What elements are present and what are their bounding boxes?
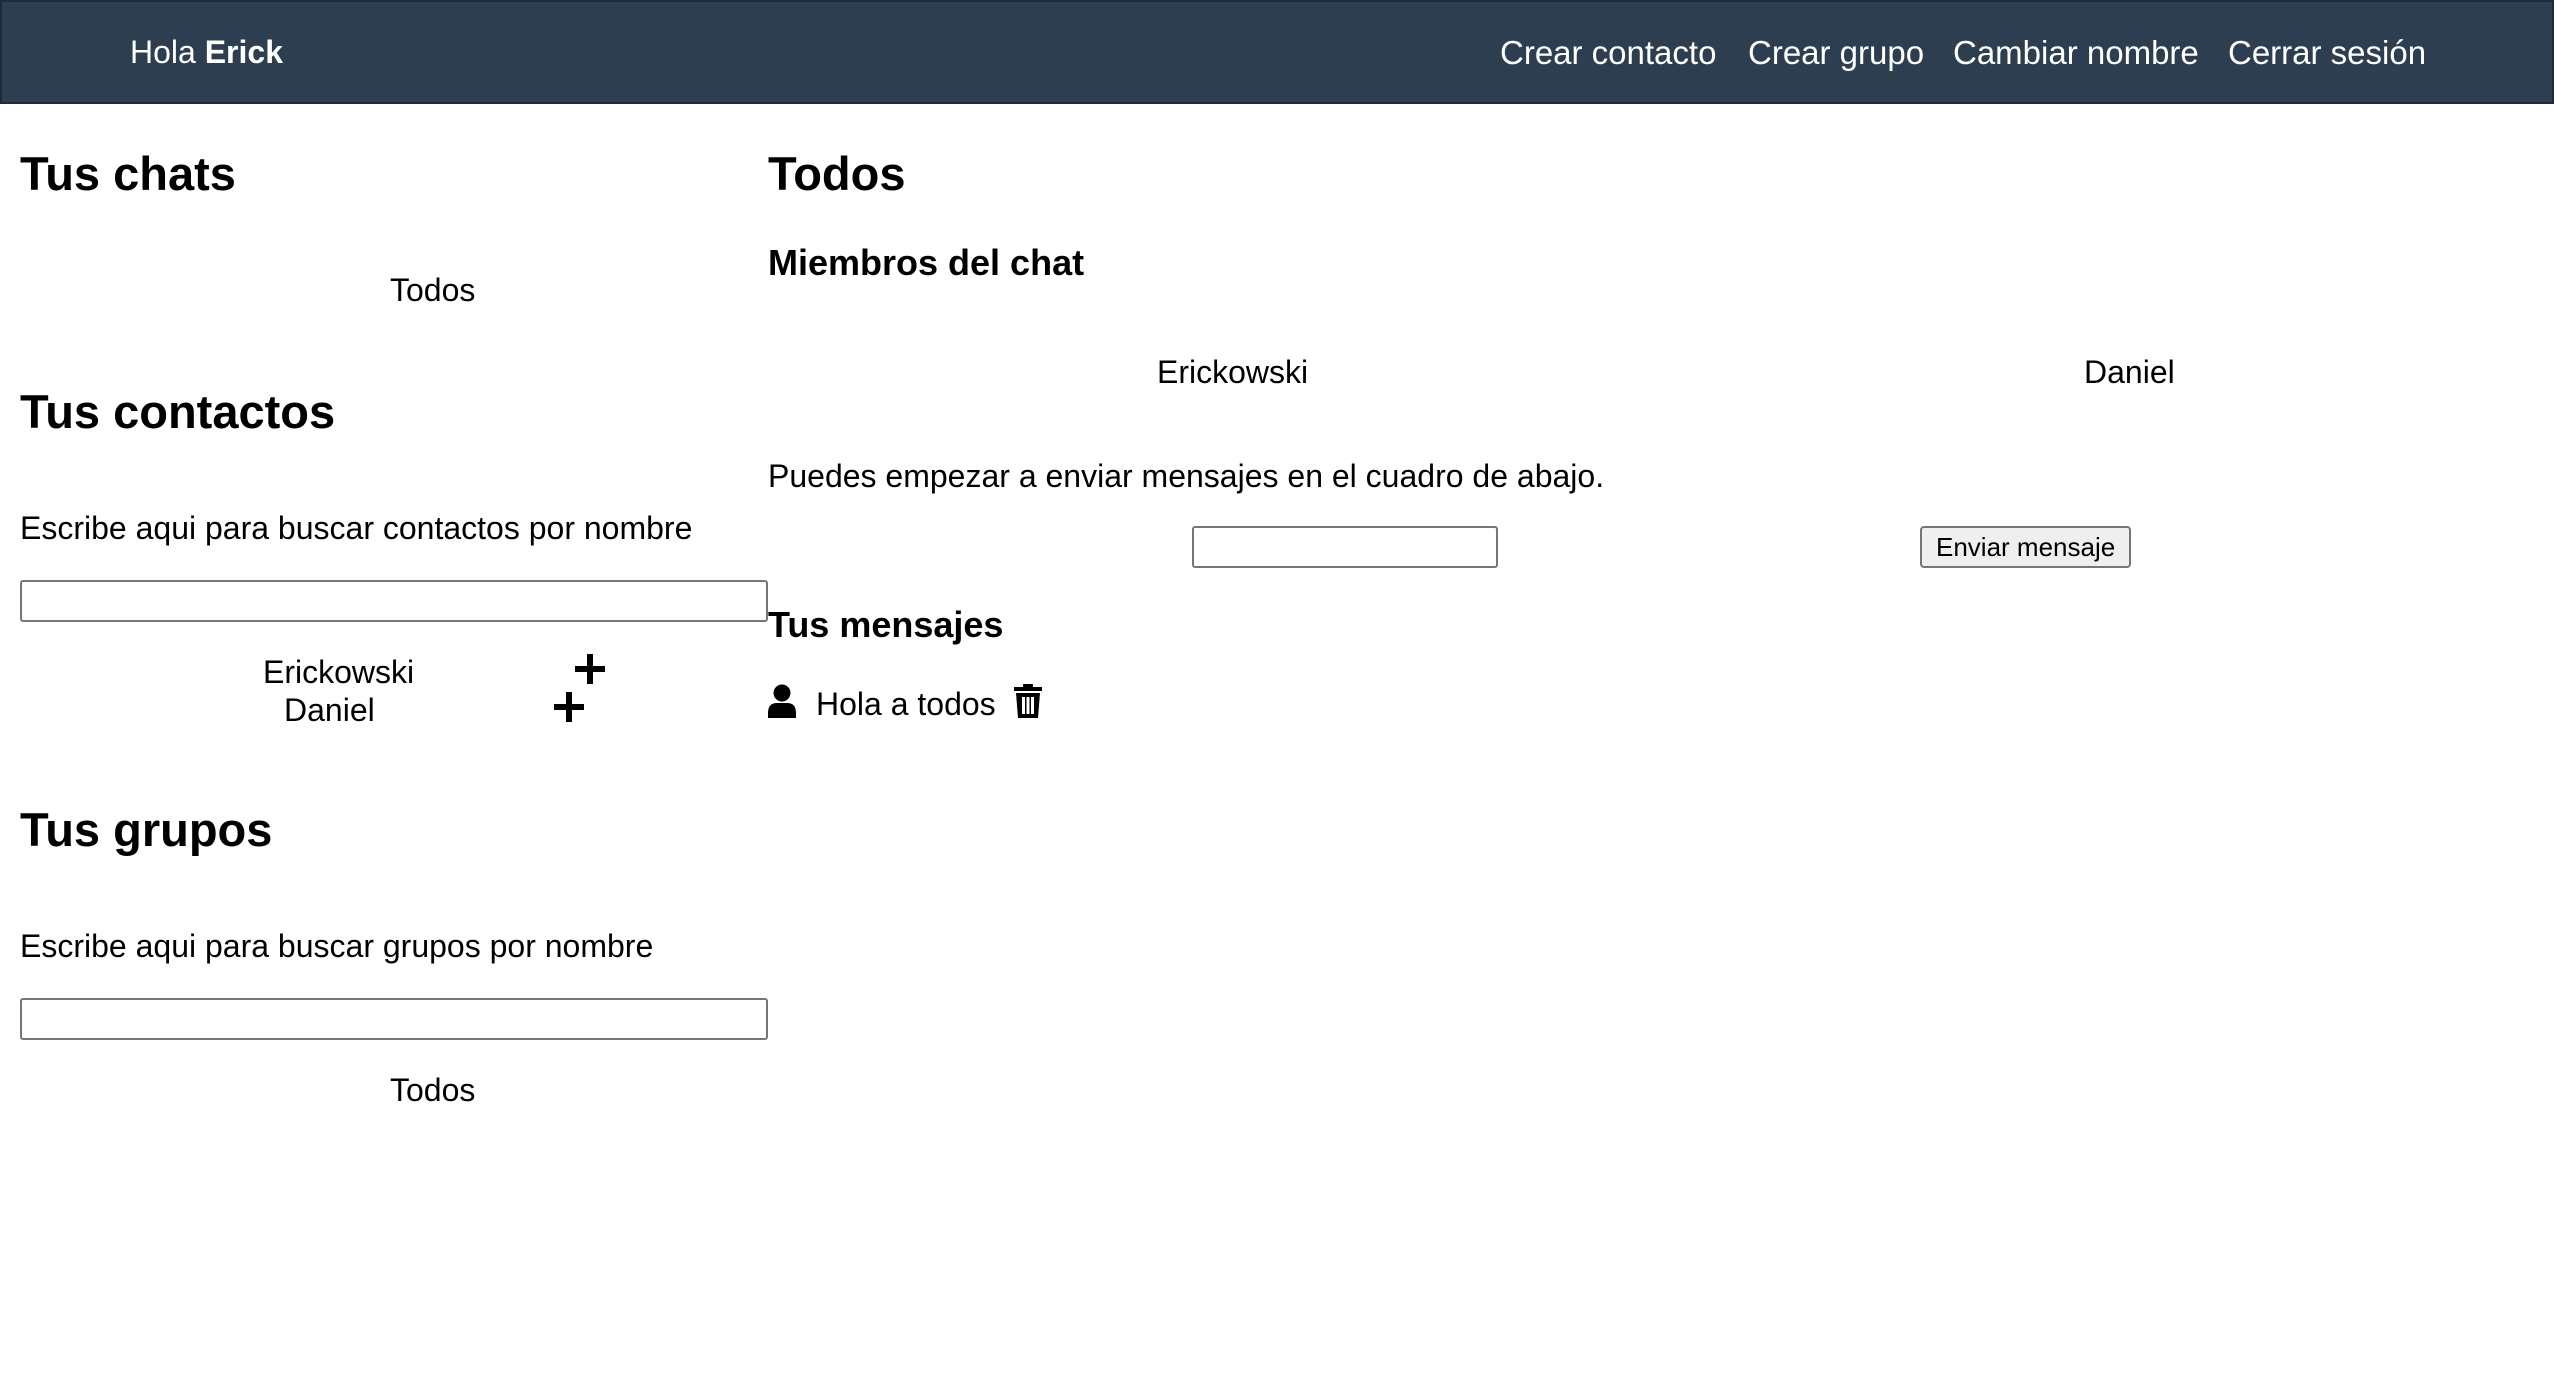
chat-item-todos[interactable]: Todos [390,272,475,309]
chats-heading: Tus chats [20,147,236,200]
groups-heading: Tus grupos [20,803,273,856]
user-icon [768,684,796,718]
group-item-todos[interactable]: Todos [390,1072,475,1109]
greeting-prefix: Hola [130,34,196,70]
contact-item-erickowski[interactable]: Erickowski [263,654,414,691]
groups-search-input[interactable] [20,998,768,1040]
message-row: Hola a todos [768,680,1068,730]
trash-icon[interactable] [1014,684,1042,718]
contacts-search-hint: Escribe aqui para buscar contactos por n… [20,510,693,546]
top-navbar: Hola Erick Crear contacto Crear grupo Ca… [0,0,2554,104]
user-name: Erick [204,34,283,70]
member-erickowski: Erickowski [1157,354,1309,390]
messages-heading: Tus mensajes [768,604,1004,645]
change-name-link[interactable]: Cambiar nombre [1953,34,2199,72]
chat-instructions: Puedes empezar a enviar mensajes en el c… [768,458,1605,494]
message-input[interactable] [1192,526,1498,568]
create-contact-link[interactable]: Crear contacto [1500,34,1716,72]
groups-search-hint: Escribe aqui para buscar grupos por nomb… [20,928,654,964]
member-daniel: Daniel [2084,354,2175,390]
message-text: Hola a todos [816,686,996,722]
contacts-search-input[interactable] [20,580,768,622]
members-heading: Miembros del chat [768,242,1085,283]
send-message-button[interactable]: Enviar mensaje [1920,526,2132,568]
logout-link[interactable]: Cerrar sesión [2228,34,2426,72]
contacts-heading: Tus contactos [20,385,336,438]
chat-title: Todos [768,147,906,200]
create-group-link[interactable]: Crear grupo [1748,34,1924,72]
add-contact-erickowski-plus-icon[interactable] [575,654,605,684]
contact-item-daniel[interactable]: Daniel [284,692,375,729]
add-contact-daniel-plus-icon[interactable] [554,692,584,722]
greeting: Hola Erick [130,34,283,71]
